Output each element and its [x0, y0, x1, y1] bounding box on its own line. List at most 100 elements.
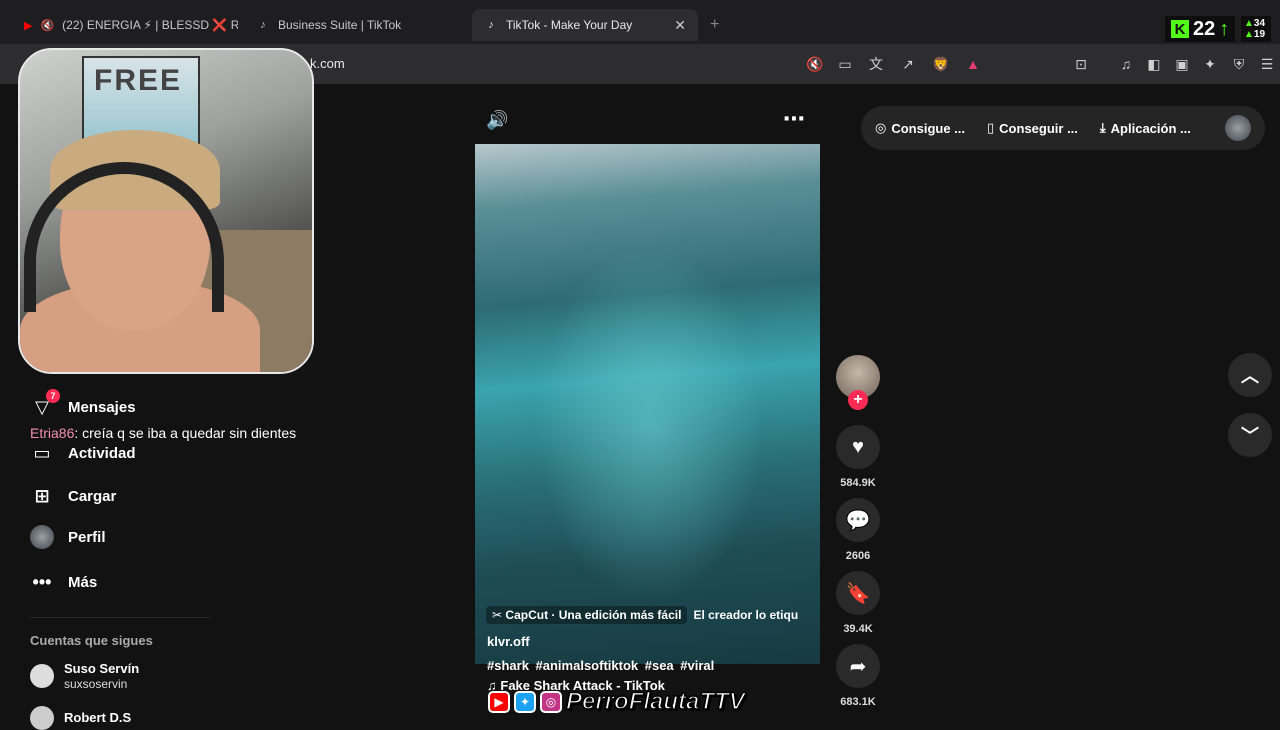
close-tab-icon[interactable]: ✕	[674, 17, 686, 34]
activity-icon: ▭	[33, 442, 51, 463]
like-count: 584.9K	[840, 477, 876, 489]
more-options-icon[interactable]: ⋯	[783, 106, 805, 132]
sidebar-item-label: Actividad	[68, 444, 136, 462]
mini-stat-top: 34	[1253, 18, 1266, 29]
video-hashtags[interactable]: #shark #animalsoftiktok #sea #viral	[487, 658, 714, 673]
get-coins-button[interactable]: ◎ Consigue ...	[875, 120, 965, 136]
menu-icon[interactable]: ☰	[1257, 54, 1277, 74]
account-name: Suso Servín	[64, 661, 140, 676]
sidebar-item-label: Cargar	[68, 487, 117, 505]
get-app-button[interactable]: ▯ Conseguir ...	[987, 120, 1078, 136]
screenshot-icon[interactable]: ⊡	[1071, 54, 1091, 74]
browser-tab-bar: ▶ 🔇 (22) ENERGIA ⚡ | BLESSD ❌ RE ♪ Busin…	[0, 0, 1280, 44]
music-icon[interactable]: ♫	[1116, 54, 1136, 74]
leo-ai-icon[interactable]: ✦	[1200, 54, 1220, 74]
tab-title: Business Suite | TikTok	[278, 18, 402, 32]
new-tab-icon[interactable]: +	[710, 16, 719, 34]
button-label: Consigue ...	[891, 120, 966, 136]
share-count: 683.1K	[840, 696, 876, 708]
sidebar-item-messages[interactable]: ▽ 7 Mensajes	[30, 389, 136, 419]
like-action[interactable]: ♥ 584.9K	[836, 425, 880, 489]
download-icon: ⤓	[1099, 120, 1106, 135]
messages-badge: 7	[46, 389, 60, 403]
download-app-button[interactable]: ⤓ Aplicación ...	[1100, 120, 1191, 136]
viewer-count: 22	[1193, 17, 1216, 40]
coin-icon: ◎	[875, 120, 887, 135]
more-icon: •••	[32, 571, 52, 592]
sidebar-divider	[30, 617, 210, 618]
heart-icon[interactable]: ♥	[836, 425, 880, 469]
twitter-icon: ✦	[514, 691, 536, 713]
save-count: 39.4K	[843, 623, 873, 635]
mini-stat-bottom: 19	[1253, 29, 1266, 40]
sidebar-item-label: Mensajes	[68, 398, 136, 416]
following-account[interactable]: Robert D.S	[30, 706, 131, 730]
share-arrow-icon[interactable]: ➦	[836, 644, 880, 688]
arrow-up-icon: ↑	[1219, 17, 1230, 40]
sidebar-item-more[interactable]: ••• Más	[30, 570, 98, 594]
creator-note: El creador lo etiqu	[693, 608, 799, 622]
youtube-icon: ▶	[24, 19, 33, 32]
tab-business-suite[interactable]: ♪ Business Suite | TikTok	[244, 9, 466, 41]
mute-icon[interactable]: 🔇	[40, 18, 54, 32]
sidebar-item-label: Más	[68, 573, 98, 591]
volume-icon[interactable]: 🔊	[486, 110, 508, 131]
phone-icon: ▯	[987, 120, 995, 135]
instagram-icon: ◎	[540, 691, 562, 713]
account-name: Robert D.S	[64, 710, 132, 725]
url-text[interactable]: k.com	[310, 56, 345, 71]
save-action[interactable]: 🔖 39.4K	[836, 571, 880, 635]
bookmark-icon[interactable]: 🔖	[836, 571, 880, 615]
send-icon: ▽ 7	[30, 389, 60, 419]
tab-title: TikTok - Make Your Day	[506, 18, 633, 32]
youtube-icon: ▶	[488, 691, 510, 713]
tiktok-page: FREE ▽ 7 Mensajes Etria86: creía q se iba…	[0, 48, 1280, 730]
user-avatar[interactable]	[1225, 115, 1251, 141]
mute-icon[interactable]: 🔇	[805, 54, 825, 74]
follow-plus-icon[interactable]: +	[848, 390, 868, 410]
sidebar-item-activity[interactable]: ▭ Actividad	[30, 441, 136, 465]
tab-title: (22) ENERGIA ⚡ | BLESSD ❌ RE	[62, 18, 238, 32]
share-action[interactable]: ➦ 683.1K	[836, 644, 880, 708]
following-account[interactable]: Suso Servín suxsoservin	[30, 661, 139, 691]
brave-rewards-icon[interactable]: ▲	[963, 54, 983, 74]
tab-tiktok-active[interactable]: ♪ TikTok - Make Your Day ✕	[472, 9, 698, 41]
next-video-button[interactable]: ﹀	[1228, 413, 1272, 457]
capcut-banner[interactable]: ✂ CapCut · Una edición más fácil El crea…	[486, 606, 811, 624]
sidebar-item-upload[interactable]: ⊞ Cargar	[30, 484, 116, 508]
video-player[interactable]	[475, 144, 820, 664]
avatar	[30, 706, 54, 730]
video-author[interactable]: klvr.off	[487, 634, 530, 649]
translate-icon[interactable]: 文	[866, 54, 886, 74]
watermark-text: PerroFlautaTTV	[565, 687, 745, 716]
brave-shields-icon[interactable]: 🦁	[931, 54, 951, 74]
chat-message: Etria86: creía q se iba a quedar sin die…	[30, 425, 296, 441]
tiktok-icon: ♪	[260, 19, 266, 31]
previous-video-button[interactable]: ︿	[1228, 353, 1272, 397]
capcut-icon: ✂	[492, 608, 503, 622]
vpn-icon[interactable]: ⛨	[1229, 54, 1249, 74]
comment-action[interactable]: 💬 2606	[836, 498, 880, 562]
tab-youtube[interactable]: ▶ 🔇 (22) ENERGIA ⚡ | BLESSD ❌ RE	[12, 9, 238, 41]
sidebar-icon[interactable]: ◧	[1144, 54, 1164, 74]
chevron-down-icon: ﹀	[1241, 426, 1259, 446]
comment-count: 2606	[845, 550, 871, 562]
sidebar-item-profile[interactable]: Perfil	[30, 525, 106, 549]
avatar	[30, 664, 54, 688]
profile-avatar	[30, 525, 54, 549]
button-label: Conseguir ...	[999, 120, 1078, 136]
account-handle: suxsoservin	[64, 677, 128, 691]
top-action-bar: ◎ Consigue ... ▯ Conseguir ... ⤓ Aplicación…	[861, 106, 1265, 150]
capcut-text: CapCut · Una edición más fácil	[505, 608, 682, 622]
chevron-up-icon: ︿	[1241, 366, 1259, 386]
upload-icon: ⊞	[34, 485, 50, 506]
kick-mini-stats: ▲34 ▲19	[1241, 16, 1271, 42]
webcam-overlay: FREE	[18, 48, 314, 374]
comment-icon[interactable]: 💬	[836, 498, 880, 542]
cast-icon[interactable]: ▭	[835, 54, 855, 74]
button-label: Aplicación ...	[1110, 120, 1191, 136]
kick-logo-icon: K	[1171, 20, 1189, 38]
share-icon[interactable]: ↗	[898, 54, 918, 74]
water-light	[535, 244, 765, 604]
wallet-icon[interactable]: ▣	[1172, 54, 1192, 74]
